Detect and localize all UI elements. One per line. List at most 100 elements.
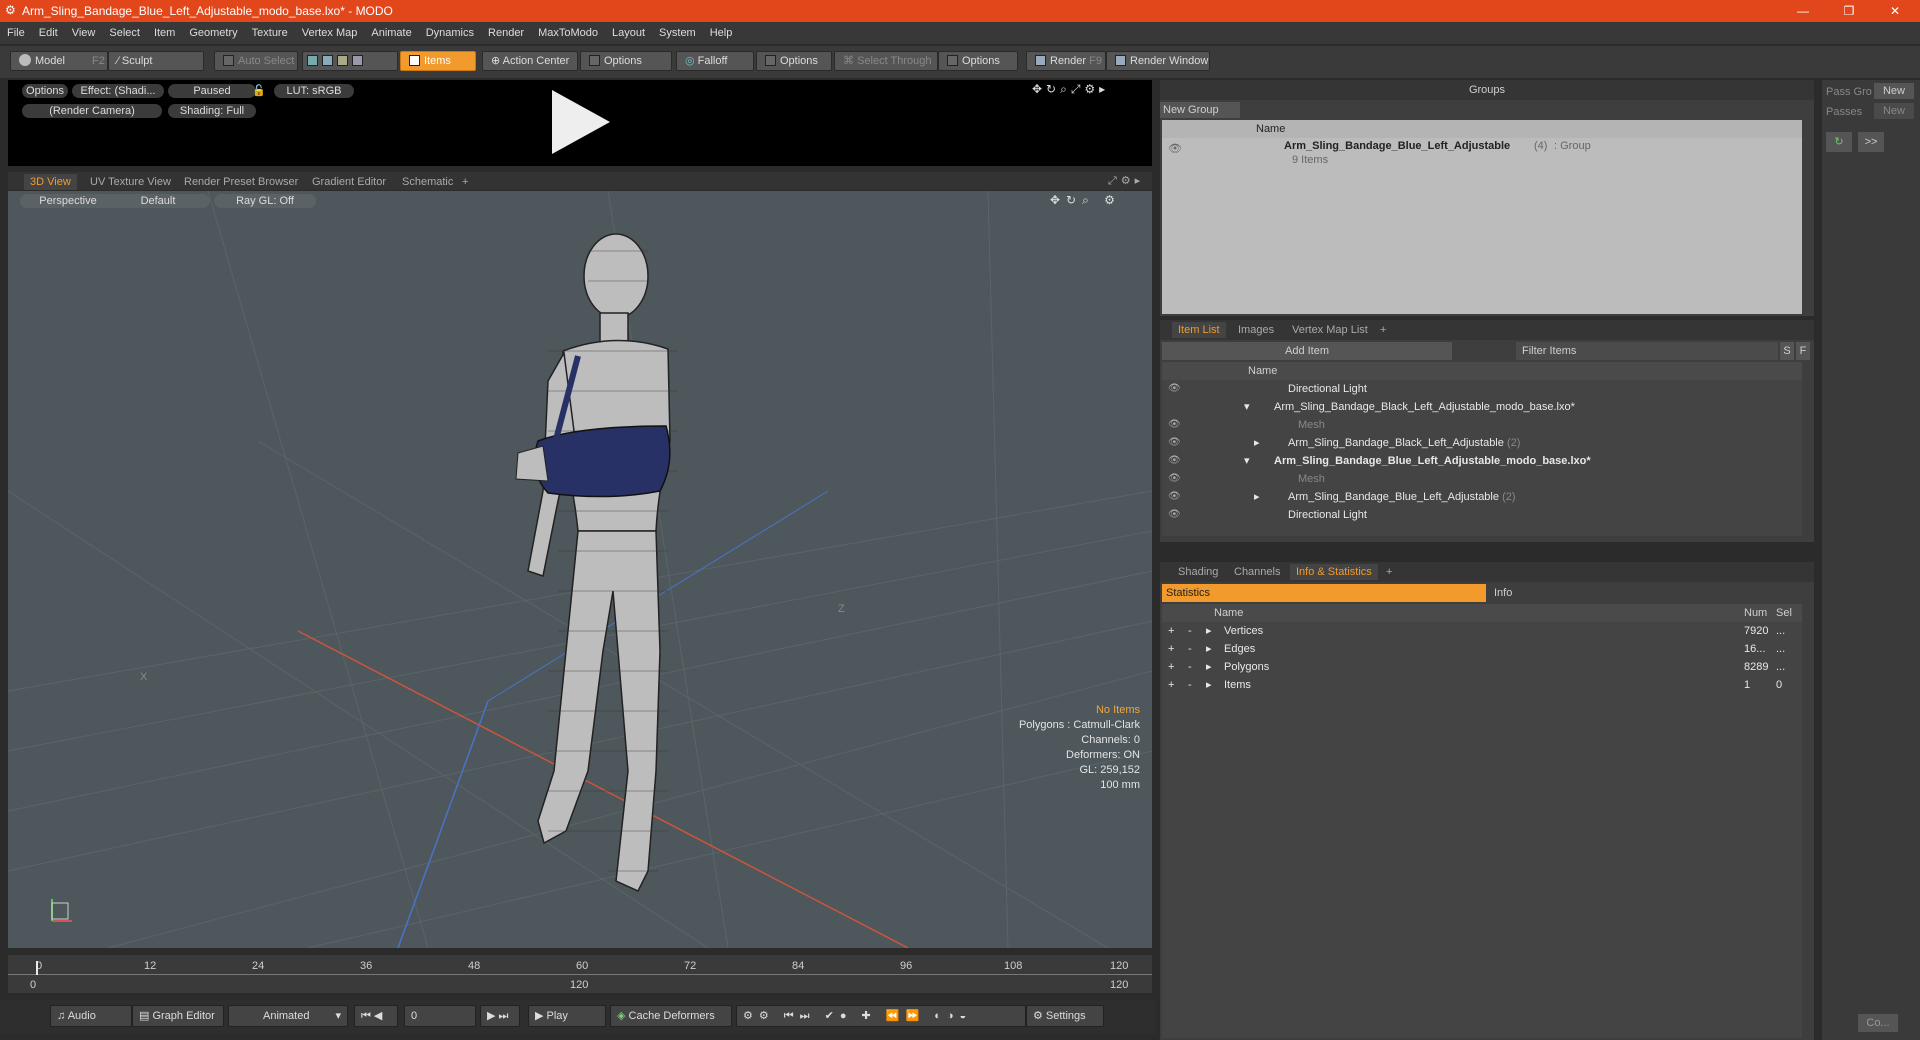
play-button[interactable]: ▶ Play <box>528 1005 606 1027</box>
tab-bar-icons[interactable]: ⤢⚙▸ <box>1108 174 1144 188</box>
tab-item-list[interactable]: Item List <box>1172 322 1226 338</box>
eye-icon[interactable]: 👁 <box>1168 380 1182 398</box>
menu-edit[interactable]: Edit <box>32 22 65 44</box>
tab-uv-texture-view[interactable]: UV Texture View <box>84 174 177 190</box>
menu-texture[interactable]: Texture <box>245 22 295 44</box>
tab-3d-view[interactable]: 3D View <box>24 174 77 190</box>
forward-controls[interactable]: ▶⏭ <box>480 1005 520 1027</box>
lock-icon[interactable]: 🔓 <box>252 84 266 97</box>
menu-select[interactable]: Select <box>102 22 147 44</box>
add-tab-button[interactable]: + <box>456 174 474 190</box>
effect-dropdown[interactable]: Effect: (Shadi... <box>72 84 164 98</box>
tab-render-preset-browser[interactable]: Render Preset Browser <box>178 174 304 190</box>
falloff-button[interactable]: ◎ Falloff <box>676 51 754 71</box>
menu-help[interactable]: Help <box>703 22 740 44</box>
eye-icon[interactable]: 👁 <box>1168 488 1182 506</box>
expand-arrow-icon[interactable]: ▾ <box>1244 452 1250 470</box>
action-center-button[interactable]: ⊕ Action Center <box>482 51 578 71</box>
viewport-nav-icons[interactable]: ✥↻⌕ ⚙ <box>1050 193 1121 208</box>
shading-dropdown[interactable]: Shading: Full <box>168 104 256 118</box>
eye-icon[interactable]: 👁 <box>1168 416 1182 434</box>
vertices-mode-icon[interactable] <box>307 55 318 66</box>
eye-icon[interactable]: 👁 <box>1168 506 1182 524</box>
key-tools-group[interactable]: ⚙⚙ ⏮⏭ ✔● ✚ ⏪⏩ ◐◑◒ <box>736 1005 1026 1027</box>
list-item[interactable]: 👁 Directional Light <box>1162 380 1802 398</box>
add-tab-button[interactable]: + <box>1374 322 1392 338</box>
list-item[interactable]: 👁 Directional Light <box>1162 506 1802 524</box>
new-pass-button[interactable]: New <box>1874 103 1914 119</box>
paused-toggle[interactable]: Paused <box>168 84 256 98</box>
list-item[interactable]: ▾ Arm_Sling_Bandage_Black_Left_Adjustable… <box>1162 398 1802 416</box>
3d-viewport[interactable]: Perspective Default Ray GL: Off ✥↻⌕ ⚙ X … <box>8 191 1152 948</box>
tab-images[interactable]: Images <box>1232 322 1280 338</box>
audio-button[interactable]: ♫ Audio <box>50 1005 132 1027</box>
table-row[interactable]: + - ▸ Edges 16...... <box>1162 640 1802 658</box>
shading-style-dropdown[interactable]: Default <box>106 194 210 208</box>
close-icon[interactable]: ✕ <box>1872 0 1918 22</box>
menu-render[interactable]: Render <box>481 22 531 44</box>
tab-shading[interactable]: Shading <box>1172 564 1224 580</box>
play-preview-icon[interactable] <box>546 86 616 158</box>
menu-view[interactable]: View <box>65 22 103 44</box>
add-item-dropdown[interactable]: Add Item <box>1162 342 1452 360</box>
auto-select-button[interactable]: Auto Select <box>214 51 298 71</box>
items-mode-button[interactable]: Items <box>400 51 476 71</box>
list-item[interactable]: 👁 ▸ Arm_Sling_Bandage_Black_Left_Adjustabl… <box>1162 434 1802 452</box>
tab-schematic[interactable]: Schematic <box>396 174 459 190</box>
render-button[interactable]: Render F9 <box>1026 51 1106 71</box>
list-item[interactable]: 👁 Mesh <box>1162 470 1802 488</box>
menu-item[interactable]: Item <box>147 22 182 44</box>
expand-button[interactable]: >> <box>1858 132 1884 152</box>
f-button[interactable]: F <box>1796 342 1810 360</box>
model-mode-button[interactable]: Model F2 <box>10 51 108 71</box>
table-row[interactable]: + - ▸ Items 1 0 <box>1162 676 1802 694</box>
tab-vertex-map-list[interactable]: Vertex Map List <box>1286 322 1374 338</box>
menu-dynamics[interactable]: Dynamics <box>419 22 481 44</box>
timeline-ruler[interactable]: 0 12 24 36 48 60 72 84 96 108 120 <box>8 957 1152 975</box>
filter-items-input[interactable]: Filter Items <box>1516 342 1778 360</box>
frame-field[interactable]: 0 <box>404 1005 476 1027</box>
eye-icon[interactable]: 👁 <box>1168 142 1182 155</box>
perspective-dropdown[interactable]: Perspective <box>20 194 116 208</box>
expand-arrow-icon[interactable]: ▸ <box>1206 676 1212 694</box>
camera-dropdown[interactable]: (Render Camera) <box>22 104 162 118</box>
menu-vertex-map[interactable]: Vertex Map <box>295 22 365 44</box>
tab-gradient-editor[interactable]: Gradient Editor <box>306 174 392 190</box>
group-row-name[interactable]: Arm_Sling_Bandage_Blue_Left_Adjustable <box>1284 140 1510 152</box>
list-item[interactable]: 👁 ▾ Arm_Sling_Bandage_Blue_Left_Adjustable… <box>1162 452 1802 470</box>
s-button[interactable]: S <box>1780 342 1794 360</box>
action-center-options-button[interactable]: Options <box>580 51 672 71</box>
list-item[interactable]: 👁 ▸ Arm_Sling_Bandage_Blue_Left_Adjustable… <box>1162 488 1802 506</box>
materials-mode-icon[interactable] <box>352 55 363 66</box>
tab-channels[interactable]: Channels <box>1228 564 1286 580</box>
stats-rows[interactable]: + - ▸ Vertices 7920... + - ▸ Edges 16...... + - ▸ P… <box>1162 622 1802 1038</box>
info-subtab[interactable]: Info <box>1490 584 1800 602</box>
groups-list[interactable]: 👁 Arm_Sling_Bandage_Blue_Left_Adjustable… <box>1162 138 1802 314</box>
eye-icon[interactable]: 👁 <box>1168 470 1182 488</box>
edges-mode-icon[interactable] <box>322 55 333 66</box>
minimize-icon[interactable]: — <box>1780 0 1826 22</box>
settings-button[interactable]: ⚙ Settings <box>1026 1005 1104 1027</box>
select-through-options-button[interactable]: Options <box>938 51 1018 71</box>
menu-system[interactable]: System <box>652 22 703 44</box>
menu-animate[interactable]: Animate <box>364 22 418 44</box>
expand-arrow-icon[interactable]: ▸ <box>1206 622 1212 640</box>
list-item[interactable]: 👁 Mesh <box>1162 416 1802 434</box>
new-group-button[interactable]: New Group <box>1160 102 1240 118</box>
preview-nav-icons[interactable]: ✥↻⌕⤢⚙▸ <box>1032 82 1109 97</box>
graph-editor-button[interactable]: ▤ Graph Editor <box>132 1005 224 1027</box>
menu-geometry[interactable]: Geometry <box>182 22 244 44</box>
eye-icon[interactable]: 👁 <box>1168 434 1182 452</box>
table-row[interactable]: + - ▸ Polygons 8289... <box>1162 658 1802 676</box>
add-tab-button[interactable]: + <box>1380 564 1398 580</box>
preview-options-button[interactable]: Options <box>22 84 68 98</box>
rewind-controls[interactable]: ⏮◀ <box>354 1005 398 1027</box>
expand-arrow-icon[interactable]: ▾ <box>1244 398 1250 416</box>
animated-dropdown[interactable]: Animated ▾ <box>228 1005 348 1027</box>
lut-dropdown[interactable]: LUT: sRGB <box>274 84 354 98</box>
expand-arrow-icon[interactable]: ▸ <box>1206 658 1212 676</box>
polygons-mode-icon[interactable] <box>337 55 348 66</box>
cache-deformers-button[interactable]: ◈ Cache Deformers <box>610 1005 732 1027</box>
raygl-toggle[interactable]: Ray GL: Off <box>214 194 316 208</box>
expand-arrow-icon[interactable]: ▸ <box>1206 640 1212 658</box>
